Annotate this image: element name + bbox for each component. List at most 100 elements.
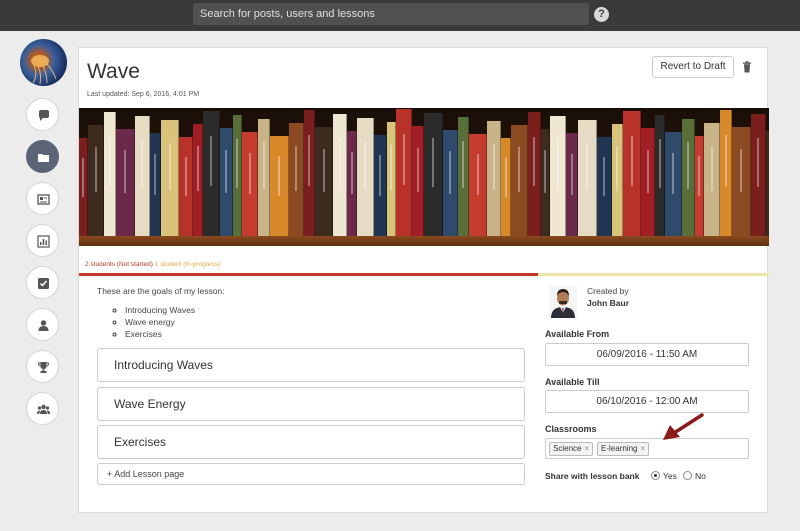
user-icon[interactable] [26, 308, 59, 341]
available-till-input[interactable]: 06/10/2016 - 12:00 AM [545, 390, 749, 413]
page-title: Wave [87, 60, 140, 83]
avatar[interactable] [20, 39, 67, 86]
book-spine [578, 120, 597, 236]
goals-list: Introducing Waves Wave energy Exercises [125, 304, 195, 340]
book-spine [424, 113, 443, 236]
share-no-radio[interactable] [683, 471, 692, 480]
newspaper-icon[interactable] [26, 182, 59, 215]
book-spine [150, 133, 161, 236]
goal-item: Wave energy [125, 316, 195, 328]
book-spine [641, 128, 655, 236]
progress-bar [79, 273, 769, 276]
book-spine [704, 123, 720, 236]
lesson-cover-image [79, 108, 769, 246]
book-spine [88, 125, 104, 236]
remove-tag-icon[interactable]: × [640, 444, 645, 453]
bar-chart-icon[interactable] [26, 224, 59, 257]
share-yes-label: Yes [663, 471, 677, 481]
book-spine [766, 131, 769, 236]
book-spine [104, 112, 116, 236]
search-input[interactable]: Search for posts, users and lessons [193, 3, 589, 25]
last-updated: Last updated: Sep 6, 2016, 4:01 PM [87, 91, 200, 98]
group-icon[interactable] [26, 392, 59, 425]
book-spine [270, 136, 289, 236]
book-spine [511, 125, 528, 236]
folder-icon[interactable] [26, 140, 59, 173]
book-spine [655, 115, 665, 236]
book-spine [732, 127, 751, 236]
book-spine [79, 138, 88, 236]
available-from-input[interactable]: 06/09/2016 - 11:50 AM [545, 343, 749, 366]
checkbox-icon[interactable] [26, 266, 59, 299]
book-spine [487, 121, 501, 236]
book-spine [315, 127, 333, 236]
classroom-tag: E-learning × [597, 442, 650, 456]
trophy-icon[interactable] [26, 350, 59, 383]
book-spine [751, 114, 766, 236]
book-spine [203, 111, 220, 236]
book-spine [374, 135, 387, 236]
share-lesson-bank-label: Share with lesson bank [545, 471, 640, 481]
status-in-progress[interactable]: 1 student (In progress) [155, 261, 220, 268]
trash-icon[interactable] [742, 61, 752, 73]
book-spine [396, 109, 412, 236]
book-spine [612, 124, 623, 236]
book-spine [541, 129, 550, 236]
book-spine [258, 119, 270, 236]
book-spine [665, 132, 682, 236]
lesson-page-introducing-waves[interactable]: Introducing Waves [97, 348, 525, 382]
book-spine [528, 112, 541, 236]
book-spine [135, 116, 150, 236]
share-yes-radio[interactable] [651, 471, 660, 480]
lesson-page-exercises[interactable]: Exercises [97, 425, 525, 459]
book-spine [233, 115, 242, 236]
book-spine [682, 119, 695, 236]
goals-intro: These are the goals of my lesson: [97, 286, 225, 296]
author-avatar [549, 286, 577, 318]
author-name[interactable]: John Baur [587, 298, 629, 308]
book-spine [695, 136, 704, 236]
available-till-label: Available Till [545, 377, 600, 387]
lesson-card: Wave Last updated: Sep 6, 2016, 4:01 PM … [78, 47, 769, 513]
book-spine [550, 116, 566, 236]
book-spine [387, 122, 396, 236]
student-status: 2 students (Not started) 1 student (In p… [85, 261, 220, 268]
book-spine [242, 132, 258, 236]
book-spine [623, 111, 641, 236]
book-spine [458, 117, 469, 236]
book-spine [720, 110, 732, 236]
book-spine [193, 124, 203, 236]
book-spine [412, 126, 424, 236]
annotation-arrow-icon [663, 413, 704, 440]
book-spine [289, 123, 304, 236]
sidebar [0, 31, 78, 531]
revert-to-draft-button[interactable]: Revert to Draft [652, 56, 734, 78]
book-spine [566, 133, 578, 236]
goal-item: Exercises [125, 328, 195, 340]
book-spine [347, 131, 357, 236]
question-circle-icon[interactable]: ? [594, 7, 609, 22]
classrooms-input[interactable]: Science × E-learning × [545, 438, 749, 459]
available-from-label: Available From [545, 329, 610, 339]
created-by-label: Created by [587, 286, 629, 296]
book-spine [161, 120, 179, 236]
book-spine [116, 129, 135, 236]
classrooms-label: Classrooms [545, 424, 597, 434]
add-lesson-page-button[interactable]: + Add Lesson page [97, 463, 525, 485]
book-spine [357, 118, 374, 236]
status-not-started[interactable]: 2 students (Not started) [85, 261, 153, 268]
chat-bubble-icon[interactable] [26, 98, 59, 131]
book-spine [220, 128, 233, 236]
book-spine [469, 134, 487, 236]
remove-tag-icon[interactable]: × [584, 444, 589, 453]
book-spine [304, 110, 315, 236]
classroom-tag: Science × [549, 442, 594, 456]
book-spine [597, 137, 612, 236]
lesson-page-wave-energy[interactable]: Wave Energy [97, 387, 525, 421]
book-spine [179, 137, 193, 236]
share-no-label: No [695, 471, 706, 481]
book-spine [333, 114, 347, 236]
book-spine [443, 130, 458, 236]
goal-item: Introducing Waves [125, 304, 195, 316]
book-spine [501, 138, 511, 236]
